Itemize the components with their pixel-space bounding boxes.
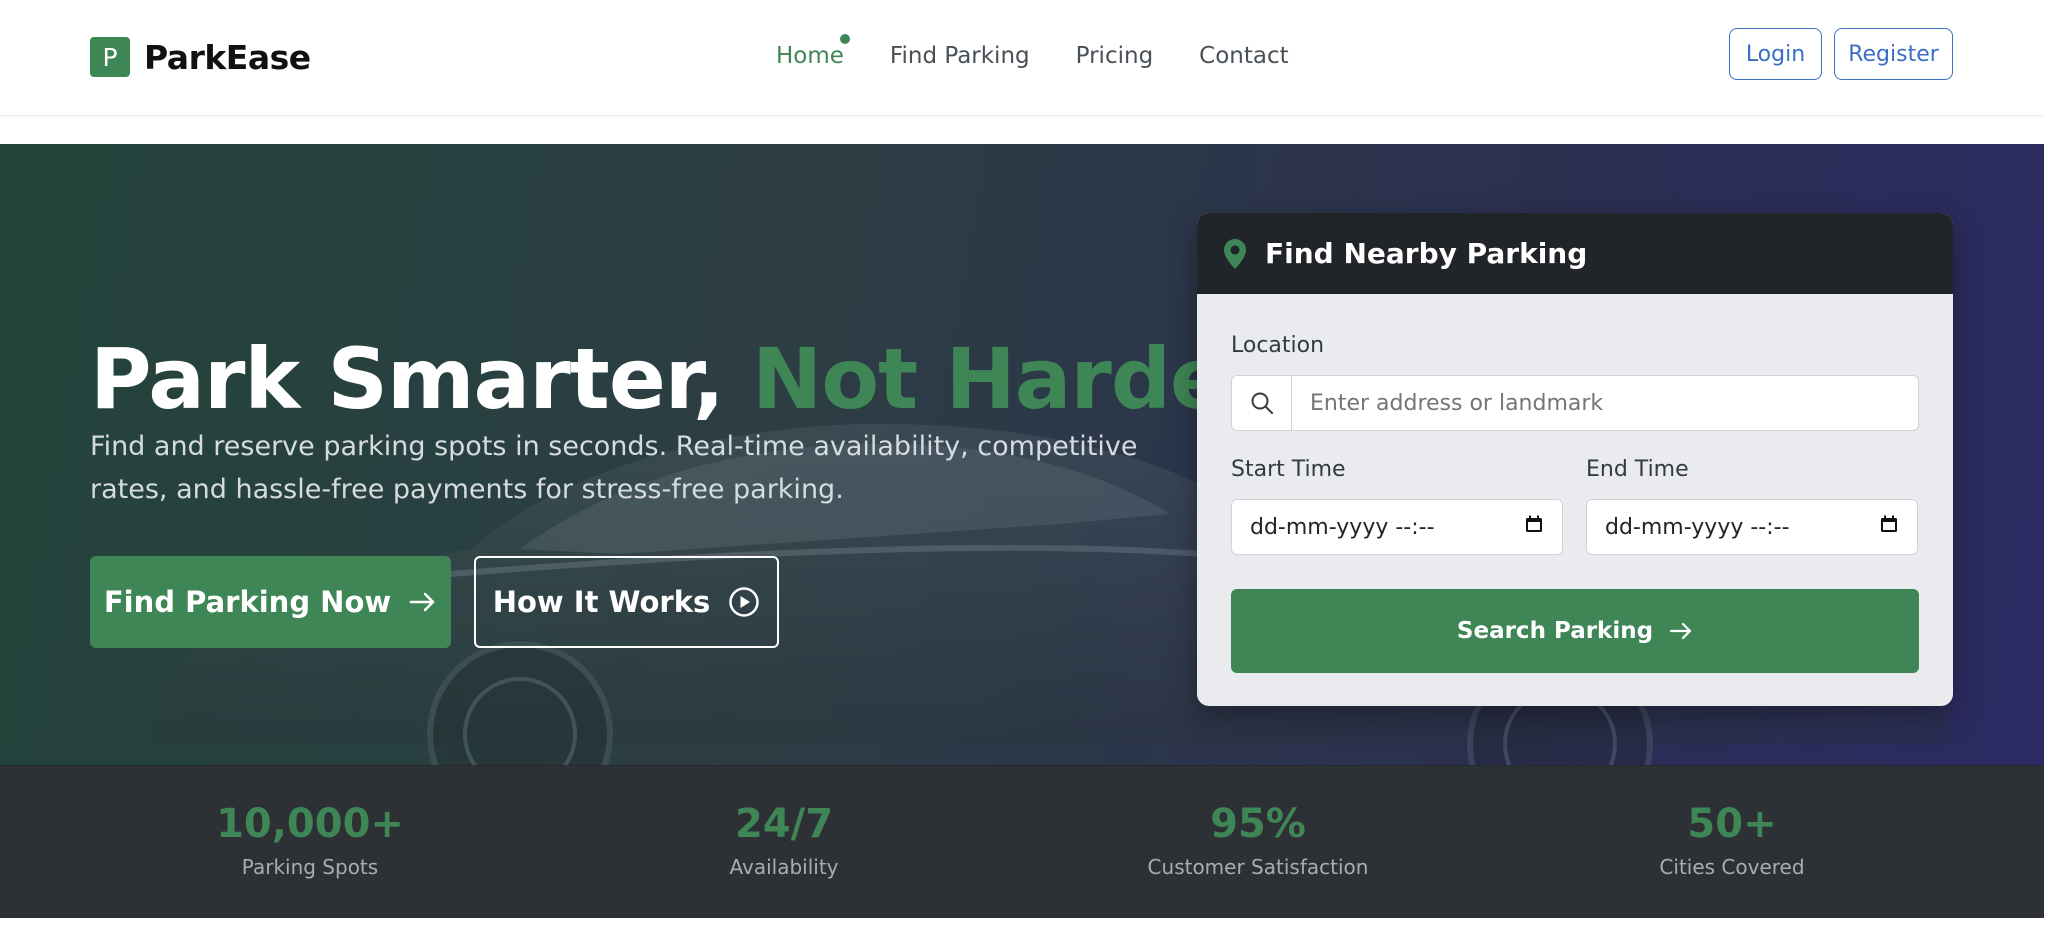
search-card-title: Find Nearby Parking (1265, 237, 1588, 270)
brand-logo-mark: P (90, 37, 130, 77)
stat-label: Cities Covered (1659, 855, 1805, 879)
search-parking-card: Find Nearby Parking Location Start Time … (1197, 213, 1953, 706)
calendar-icon[interactable] (1524, 514, 1544, 540)
main-nav: Home Find Parking Pricing Contact (776, 34, 1335, 74)
search-card-header: Find Nearby Parking (1197, 213, 1953, 294)
window-edge (2044, 0, 2048, 939)
nav-find-parking[interactable]: Find Parking (890, 43, 1030, 69)
hero-title-main: Park Smarter, (90, 330, 725, 429)
active-indicator-dot (839, 34, 850, 44)
hero-section: Park Smarter, Not Harder Find and reserv… (0, 144, 2048, 766)
arrow-right-icon (1669, 621, 1693, 641)
hero-title-accent: Not Harder (752, 330, 1267, 429)
nav-contact[interactable]: Contact (1199, 43, 1288, 69)
find-parking-now-label: Find Parking Now (103, 585, 392, 619)
stat-parking-spots: 10,000+ Parking Spots (160, 765, 460, 879)
search-icon (1232, 376, 1292, 430)
hero-subtitle: Find and reserve parking spots in second… (90, 431, 1138, 505)
calendar-icon[interactable] (1879, 514, 1899, 540)
end-time-label: End Time (1586, 457, 1689, 482)
stat-cities-covered: 50+ Cities Covered (1582, 765, 1882, 879)
register-button[interactable]: Register (1834, 28, 1953, 80)
search-parking-label: Search Parking (1456, 618, 1654, 644)
stat-label: Parking Spots (241, 855, 379, 879)
search-parking-button[interactable]: Search Parking (1231, 589, 1919, 673)
login-button[interactable]: Login (1729, 28, 1822, 80)
stat-value: 10,000+ (216, 801, 404, 847)
start-time-label: Start Time (1231, 457, 1346, 482)
stat-label: Availability (729, 855, 839, 879)
location-input[interactable] (1292, 377, 1918, 429)
end-time-input[interactable]: dd-mm-yyyy --:-- (1586, 499, 1918, 555)
top-navbar: P ParkEase Home Find Parking Pricing Con… (0, 0, 2048, 116)
location-label: Location (1231, 333, 1325, 358)
hero-title: Park Smarter, Not Harder (90, 330, 1267, 429)
location-input-group (1231, 375, 1919, 431)
stat-availability: 24/7 Availability (634, 765, 934, 879)
stat-value: 24/7 (734, 801, 834, 847)
brand-name: ParkEase (144, 37, 311, 77)
play-circle-icon (728, 586, 760, 618)
brand-logo[interactable]: P ParkEase (90, 36, 311, 78)
arrow-right-icon (409, 590, 437, 614)
start-time-value: dd-mm-yyyy --:-- (1250, 514, 1435, 540)
stats-bar: 10,000+ Parking Spots 24/7 Availability … (0, 765, 2048, 918)
find-parking-now-button[interactable]: Find Parking Now (90, 556, 451, 648)
end-time-value: dd-mm-yyyy --:-- (1605, 514, 1790, 540)
stat-customer-satisfaction: 95% Customer Satisfaction (1108, 765, 1408, 879)
how-it-works-label: How It Works (492, 585, 711, 619)
how-it-works-button[interactable]: How It Works (474, 556, 779, 648)
location-pin-icon (1223, 238, 1247, 270)
stat-value: 95% (1210, 801, 1306, 847)
nav-pricing[interactable]: Pricing (1076, 43, 1154, 69)
auth-buttons: Login Register (1729, 28, 1953, 80)
nav-home[interactable]: Home (776, 34, 850, 69)
stat-value: 50+ (1687, 801, 1777, 847)
start-time-input[interactable]: dd-mm-yyyy --:-- (1231, 499, 1563, 555)
nav-home-label: Home (776, 43, 844, 69)
stat-label: Customer Satisfaction (1147, 855, 1369, 879)
